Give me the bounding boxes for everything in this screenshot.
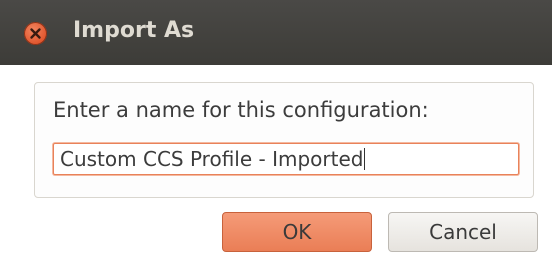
configuration-name-value: Custom CCS Profile - Imported [60, 147, 366, 171]
text-caret [364, 148, 366, 170]
configuration-name-text: Custom CCS Profile - Imported [60, 147, 364, 171]
name-prompt-label: Enter a name for this configuration: [53, 98, 429, 122]
window-title: Import As [73, 18, 195, 43]
cancel-button[interactable]: Cancel [388, 212, 538, 252]
import-as-dialog: Import As Enter a name for this configur… [0, 0, 552, 280]
close-button[interactable] [24, 22, 47, 45]
title-bar[interactable]: Import As [0, 0, 552, 65]
close-icon [30, 28, 41, 39]
configuration-name-input[interactable]: Custom CCS Profile - Imported [53, 143, 519, 175]
ok-button[interactable]: OK [222, 212, 372, 252]
